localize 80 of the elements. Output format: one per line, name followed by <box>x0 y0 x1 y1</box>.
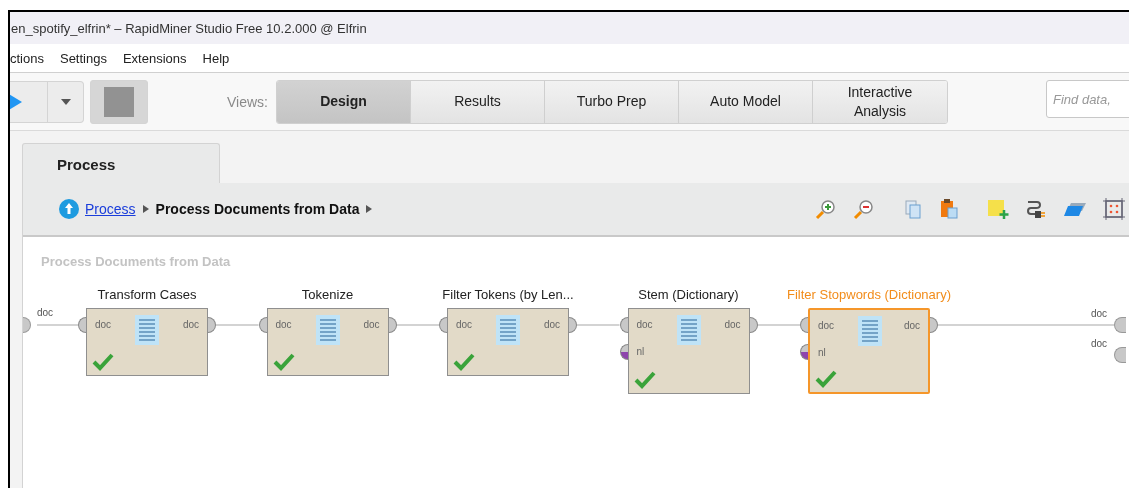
operator-name: Transform Cases <box>96 287 198 302</box>
port-label: doc <box>636 319 653 330</box>
canvas-caption: Process Documents from Data <box>41 254 231 269</box>
menu-item[interactable]: ctions <box>10 50 44 66</box>
connection-line <box>395 324 440 326</box>
breadcrumb-current[interactable]: Process Documents from Data <box>155 201 360 217</box>
output-port[interactable] <box>749 317 758 333</box>
process-input-port[interactable] <box>23 317 31 333</box>
view-tab[interactable]: Auto Model <box>679 80 813 123</box>
port-label: doc <box>37 307 54 318</box>
paste-icon[interactable] <box>939 198 959 220</box>
zoom-in-icon[interactable] <box>815 198 837 220</box>
views-label: Views: <box>227 93 268 110</box>
connection-line <box>36 324 79 326</box>
input-port[interactable] <box>800 344 808 360</box>
caret-icon <box>60 98 71 105</box>
document-icon <box>315 315 340 345</box>
port-label: doc <box>903 320 920 331</box>
process-tab[interactable]: Process <box>22 143 220 183</box>
operator-name: Tokenize <box>300 287 355 302</box>
search-field[interactable]: Find data, <box>1046 80 1129 118</box>
operator-box[interactable]: doc doc <box>447 308 569 376</box>
operator-box[interactable]: doc nl doc <box>627 308 750 394</box>
chevron-icon[interactable] <box>365 204 374 214</box>
input-port[interactable] <box>78 317 86 333</box>
port-label: doc <box>543 319 560 330</box>
connection-line <box>756 324 801 326</box>
output-port[interactable] <box>208 317 216 333</box>
input-port[interactable] <box>258 317 267 333</box>
input-port[interactable] <box>439 317 447 333</box>
operator-box[interactable]: doc nl doc <box>808 308 930 394</box>
copy-icon[interactable] <box>903 198 923 220</box>
output-port[interactable] <box>388 317 397 333</box>
port-label: doc <box>275 319 292 330</box>
window-title: en_spotify_elfrin* – RapidMiner Studio Free 10.2.000 @ Elfrin <box>11 20 367 36</box>
input-port[interactable] <box>619 317 628 333</box>
plug-icon[interactable] <box>1025 198 1047 220</box>
output-port[interactable] <box>930 317 938 333</box>
port-label: doc <box>1091 338 1108 349</box>
input-port[interactable] <box>619 344 628 360</box>
run-button[interactable] <box>10 80 48 123</box>
connection-line <box>576 324 621 326</box>
stop-icon <box>104 86 134 117</box>
zoom-out-icon[interactable] <box>853 198 875 220</box>
add-note-icon[interactable] <box>987 198 1009 220</box>
view-tab[interactable]: Turbo Prep <box>545 80 679 123</box>
port-label: nl <box>818 347 826 358</box>
process-output-port[interactable] <box>1114 347 1126 363</box>
document-icon <box>496 315 520 345</box>
breadcrumb-link[interactable]: Process <box>85 201 136 217</box>
document-icon <box>135 315 159 345</box>
operator-box[interactable]: doc doc <box>86 308 208 376</box>
run-dropdown-button[interactable] <box>48 80 84 123</box>
view-tab[interactable]: Design <box>277 80 411 123</box>
port-label: doc <box>95 319 112 330</box>
operator-box[interactable]: doc doc <box>266 308 389 376</box>
menu-item[interactable]: Extensions <box>122 50 187 66</box>
operator-name: Filter Tokens (by Len... <box>441 287 575 302</box>
port-label: doc <box>456 319 473 330</box>
port-label: nl <box>636 346 645 357</box>
port-label: doc <box>1091 308 1108 319</box>
port-label: doc <box>182 319 199 330</box>
connection-line <box>215 324 260 326</box>
view-tab[interactable]: Interactive Analysis <box>813 80 947 123</box>
port-label: doc <box>363 319 380 330</box>
port-label: doc <box>724 319 741 330</box>
menu-item[interactable]: Help <box>202 50 230 66</box>
input-port[interactable] <box>800 317 808 333</box>
operator-name: Filter Stopwords (Dictionary) <box>786 287 952 302</box>
menu-item[interactable]: Settings <box>59 50 107 66</box>
document-icon <box>858 316 882 346</box>
output-port[interactable] <box>569 317 577 333</box>
chevron-icon <box>141 204 150 214</box>
operator-name: Stem (Dictionary) <box>637 287 740 302</box>
fit-frame-icon[interactable] <box>1103 198 1125 220</box>
process-output-port[interactable] <box>1114 317 1126 333</box>
stop-button[interactable] <box>90 79 148 124</box>
view-tab[interactable]: Results <box>411 80 545 123</box>
document-icon <box>676 315 701 345</box>
port-label: doc <box>818 320 835 331</box>
